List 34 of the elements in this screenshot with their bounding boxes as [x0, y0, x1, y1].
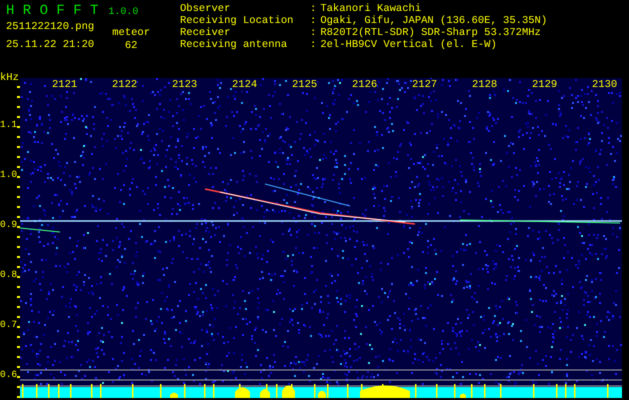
y-axis-label: 1.0: [0, 169, 18, 181]
info-label: Receiving antenna: [180, 39, 288, 51]
y-axis-label: 0.9: [0, 219, 18, 231]
count-label: meteor: [112, 27, 150, 39]
info-value: Ogaki, Gifu, JAPAN (136.60E, 35.35N): [320, 15, 548, 27]
info-label: Receiving Location: [180, 15, 294, 27]
y-axis-label: 0.6: [0, 369, 18, 381]
date-time: 25.11.22 21:20: [6, 39, 94, 51]
info-separator: :: [310, 27, 316, 39]
x-axis-label: 2128: [472, 79, 498, 91]
axis-unit: kHz: [0, 72, 19, 84]
x-axis-label: 2130: [592, 79, 618, 91]
x-axis-label: 2127: [412, 79, 438, 91]
x-axis-label: 2125: [292, 79, 318, 91]
info-separator: :: [310, 3, 316, 15]
info-label: Receiver: [180, 27, 232, 39]
x-axis-label: 2121: [52, 79, 78, 91]
y-axis-label: 0.7: [0, 319, 18, 331]
info-value: 2el-HB9CV Vertical (el. E-W): [320, 39, 497, 51]
x-axis-label: 2124: [232, 79, 258, 91]
info-value: R820T2(RTL-SDR) SDR-Sharp 53.372MHz: [320, 27, 541, 39]
y-axis-label: 1.1: [0, 119, 18, 131]
app-version: 1.0.0: [108, 7, 138, 18]
x-axis-label: 2129: [532, 79, 558, 91]
info-label: Observer: [180, 3, 232, 15]
info-separator: :: [310, 15, 316, 27]
info-value: Takanori Kawachi: [320, 3, 422, 15]
x-axis-label: 2123: [172, 79, 198, 91]
x-axis-label: 2126: [352, 79, 378, 91]
app-title: H R O F F T: [6, 3, 98, 19]
meteor-count: 62: [124, 40, 138, 52]
y-axis-label: 0.8: [0, 269, 18, 281]
file-name: 2511222120.png: [6, 21, 94, 33]
info-separator: :: [310, 39, 316, 51]
